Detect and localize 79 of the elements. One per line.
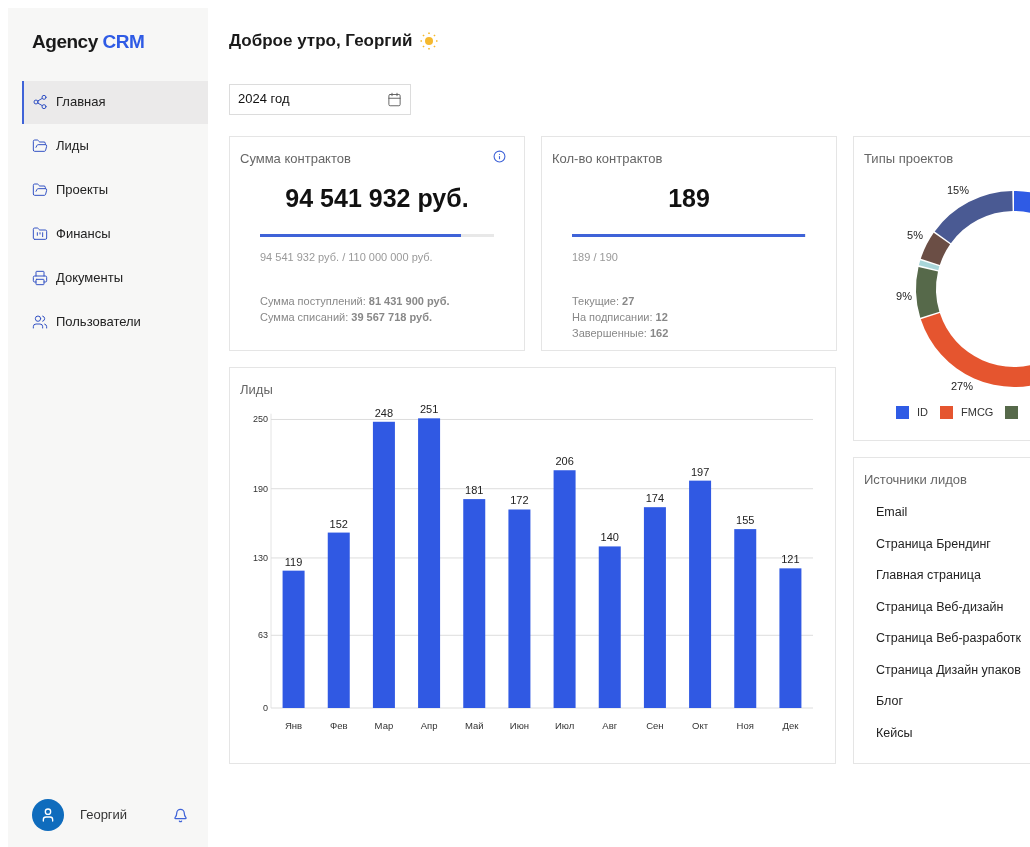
- nav-item[interactable]: Лиды: [22, 124, 208, 168]
- x-tick-label: Сен: [646, 720, 664, 731]
- legend-label: ID: [917, 405, 928, 420]
- detail-text: На подписании: 12: [572, 310, 669, 325]
- x-tick-label: Ноя: [736, 720, 754, 731]
- x-tick-label: Янв: [285, 720, 303, 731]
- nav-icon: [32, 182, 48, 198]
- card-title: Лиды: [240, 380, 274, 399]
- source-item[interactable]: Кейсы: [876, 723, 1030, 755]
- nav-icon: [32, 270, 48, 286]
- bar-value: 119: [284, 555, 303, 568]
- bar-value: 174: [645, 492, 665, 505]
- x-tick-label: Июн: [509, 720, 529, 731]
- stat-value: 189: [667, 183, 711, 214]
- user-name: Георгий: [80, 806, 128, 825]
- y-tick-label: 130: [252, 552, 268, 563]
- progress-text: 189 / 190: [572, 249, 619, 265]
- segment-label: 5%: [907, 229, 923, 241]
- progress-text: 94 541 932 руб. / 110 000 000 руб.: [260, 249, 434, 265]
- nav-icon: [32, 226, 48, 242]
- bar-value: 248: [374, 406, 394, 419]
- source-item[interactable]: Email: [876, 503, 1030, 535]
- source-item[interactable]: Страница Дизайн упаков: [876, 660, 1030, 692]
- bar-value: 152: [329, 517, 348, 530]
- logo: Agency CRM: [31, 30, 146, 54]
- source-item[interactable]: Страница Веб-разработк: [876, 629, 1030, 661]
- nav-item[interactable]: Документы: [22, 256, 208, 300]
- bar-value: 251: [419, 403, 439, 416]
- sun-icon: [420, 31, 439, 50]
- card-title: Типы проектов: [864, 149, 955, 168]
- detail-text: Завершенные: 162: [572, 326, 670, 341]
- nav-item[interactable]: Проекты: [22, 168, 208, 212]
- source-item[interactable]: Блог: [876, 692, 1030, 724]
- nav-item[interactable]: Финансы: [22, 212, 208, 256]
- source-item[interactable]: Страница Веб-дизайн: [876, 597, 1030, 629]
- nav-icon: [32, 138, 48, 154]
- card-title: Кол-во контрактов: [552, 149, 663, 168]
- nav-icon: [32, 314, 48, 330]
- x-tick-label: Авг: [602, 720, 618, 731]
- bar-value: 121: [781, 553, 800, 566]
- x-tick-label: Фев: [329, 720, 348, 731]
- bar-value: 155: [736, 514, 755, 527]
- segment-label: 15%: [947, 184, 969, 196]
- source-item[interactable]: Главная страница: [876, 566, 1030, 598]
- legend-label: FMCG: [961, 405, 994, 420]
- detail-text: Сумма списаний: 39 567 718 руб.: [260, 310, 433, 325]
- calendar-icon[interactable]: [387, 91, 402, 107]
- detail-text: Сумма поступлений: 81 431 900 руб.: [260, 294, 451, 309]
- card-title: Источники лидов: [864, 470, 968, 489]
- nav-item[interactable]: Пользователи: [22, 300, 208, 344]
- bar-value: 197: [690, 465, 710, 478]
- bar-value: 181: [465, 484, 484, 497]
- bar-value: 172: [510, 494, 529, 507]
- card-title: Сумма контрактов: [240, 149, 351, 168]
- y-tick-label: 250: [252, 414, 268, 425]
- x-tick-label: Мар: [374, 720, 394, 731]
- y-tick-label: 63: [258, 630, 268, 641]
- year-field[interactable]: 2024 год: [229, 83, 411, 115]
- x-tick-label: Дек: [782, 720, 799, 731]
- nav-item[interactable]: Главная: [22, 80, 208, 124]
- x-tick-label: Окт: [692, 720, 709, 731]
- segment-label: 9%: [896, 290, 912, 302]
- info-icon[interactable]: [493, 149, 506, 163]
- bar-value: 140: [600, 531, 619, 544]
- bar-value: 206: [555, 455, 574, 468]
- source-item[interactable]: Страница Брендинг: [876, 534, 1030, 566]
- y-tick-label: 190: [252, 483, 268, 494]
- user-icon: [40, 807, 56, 823]
- x-tick-label: Июл: [554, 720, 575, 731]
- avatar[interactable]: [32, 799, 64, 831]
- x-tick-label: Апр: [420, 720, 438, 731]
- detail-text: Текущие: 27: [572, 294, 636, 309]
- y-tick-label: 0: [263, 703, 268, 713]
- greeting: Доброе утро, Георгий: [229, 30, 413, 52]
- nav-icon: [32, 94, 48, 110]
- stat-value: 94 541 932 руб.: [284, 183, 470, 214]
- notification-icon[interactable]: [173, 807, 188, 823]
- x-tick-label: Май: [464, 720, 484, 731]
- segment-label: 27%: [951, 380, 973, 392]
